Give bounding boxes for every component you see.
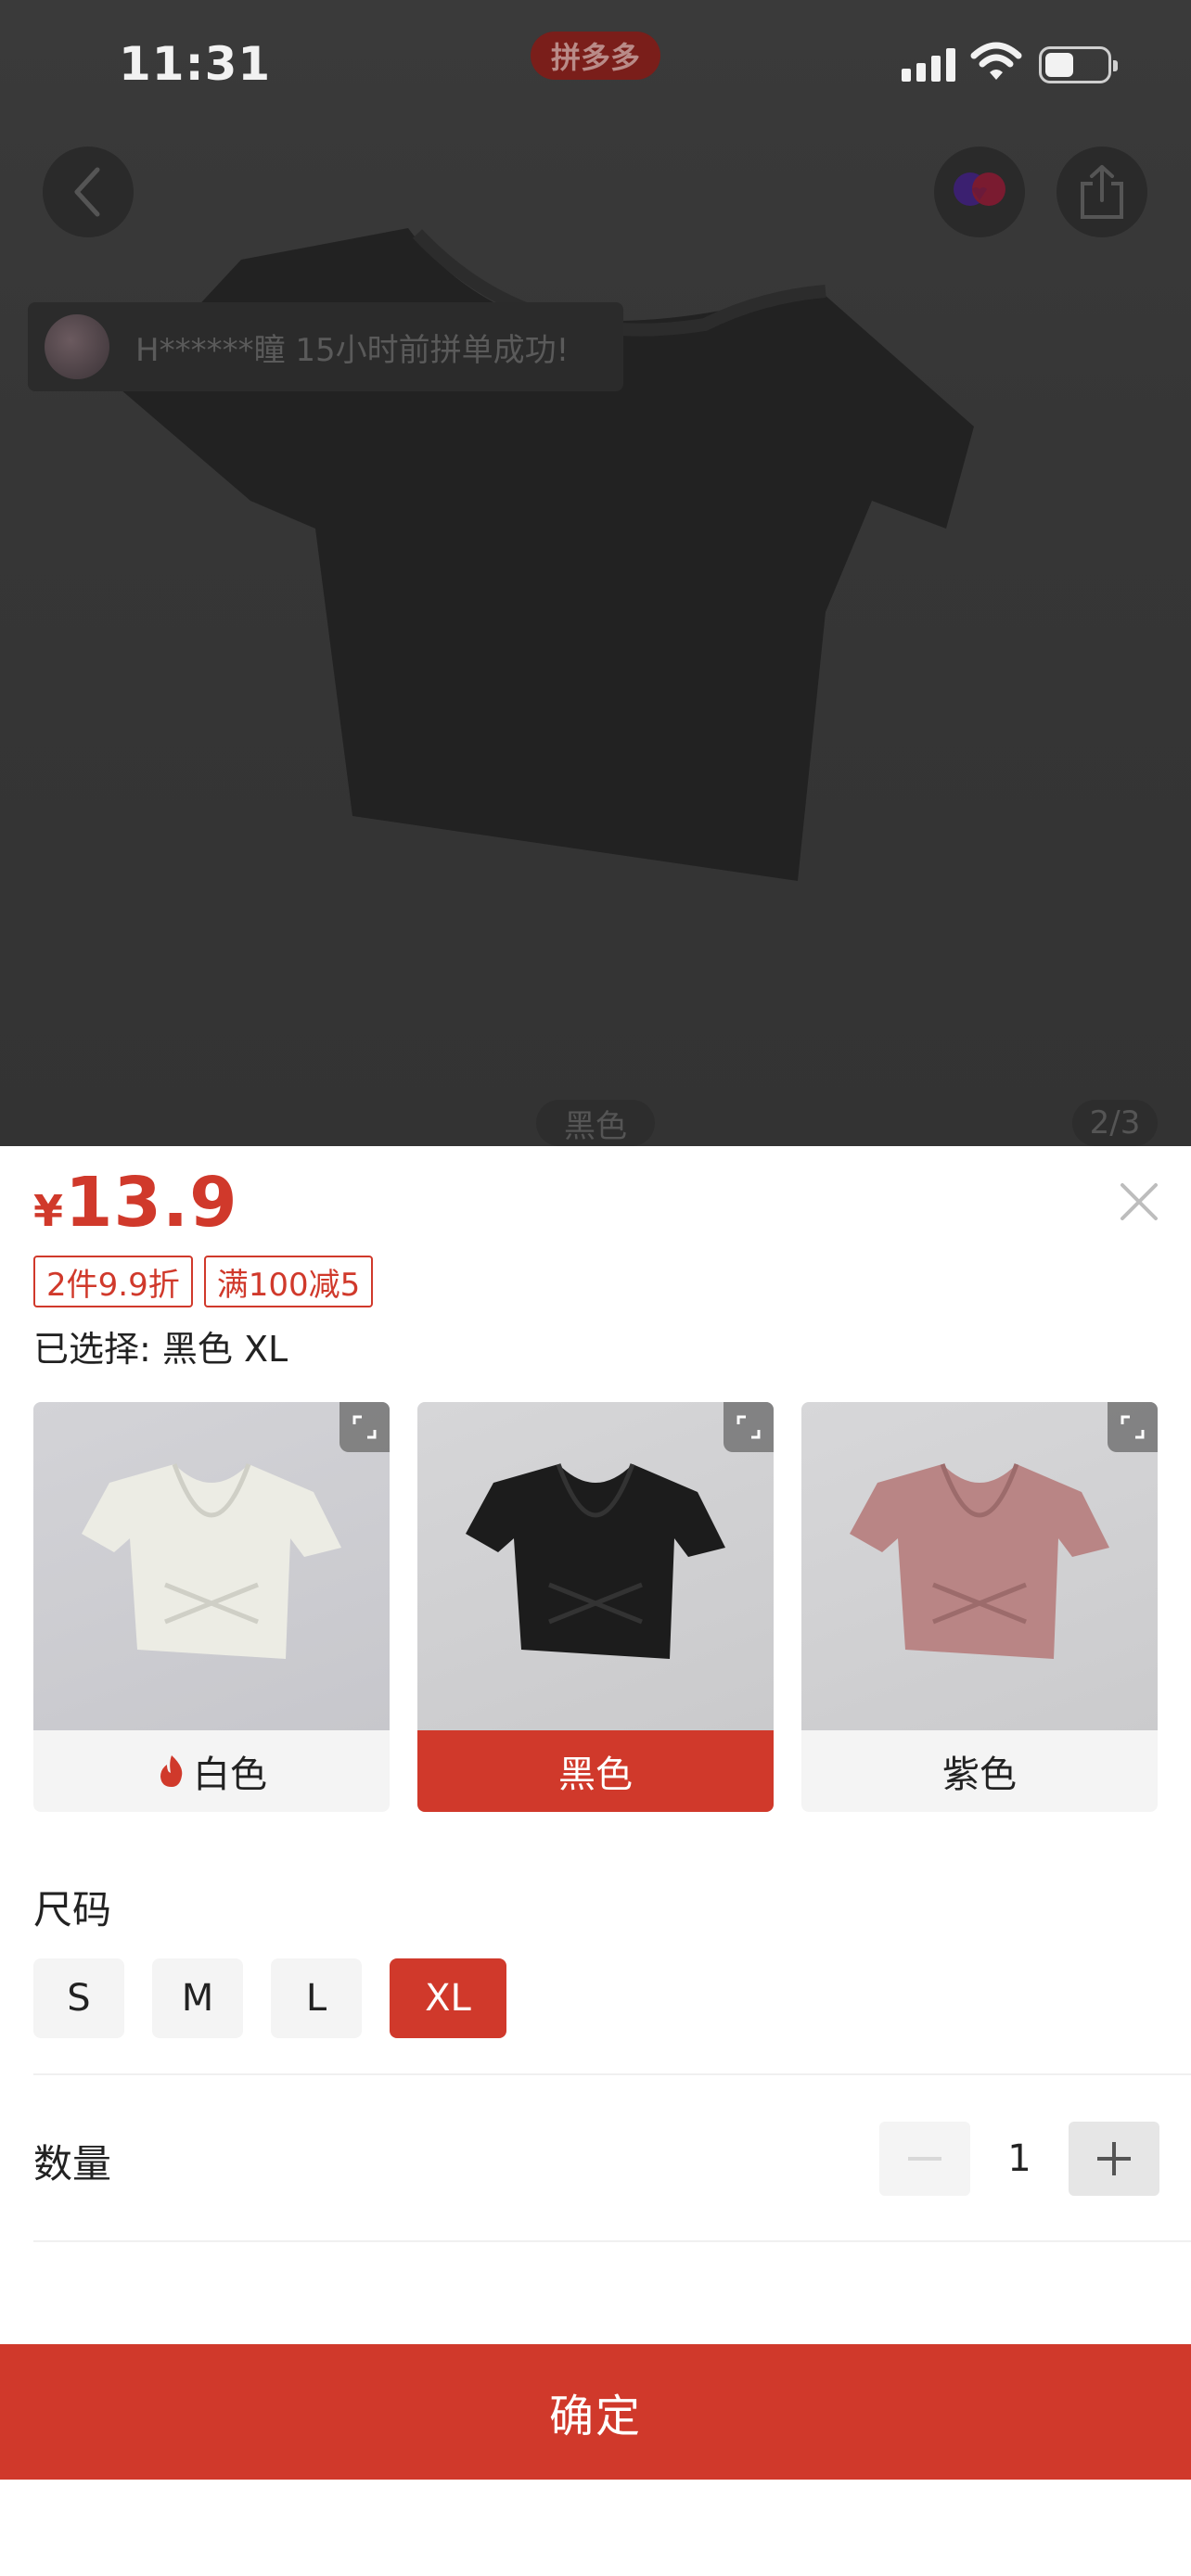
color-option-white[interactable]: 白色 [33, 1402, 390, 1812]
confirm-button[interactable]: 确定 [0, 2344, 1191, 2480]
image-page-indicator: 2/3 [1072, 1100, 1158, 1146]
color-option-label: 黑色 [558, 1753, 633, 1796]
sku-selector-sheet: ¥ 13.9 2件9.9折 满100减5 已选择: 黑色 XL 白色 黑色 紫色… [0, 1146, 1191, 2576]
status-time: 11:31 [119, 37, 272, 91]
promo-tag: 满100减5 [203, 1256, 374, 1307]
product-image-viewer[interactable]: 11:31 拼多多 H******瞳 15小时前拼单成功! 黑色 2/3 [0, 0, 1191, 1146]
color-option-label-row: 白色 [33, 1730, 390, 1812]
color-option-image [33, 1402, 390, 1730]
currency-symbol: ¥ [33, 1186, 64, 1236]
image-color-chip: 黑色 [536, 1100, 655, 1146]
promo-tags: 2件9.9折 满100减5 [33, 1256, 374, 1307]
shirt-image [850, 1463, 1109, 1659]
shirt-image [82, 1463, 341, 1659]
color-option-label-row: 紫色 [801, 1730, 1158, 1812]
toast-text: H******瞳 15小时前拼单成功! [135, 331, 570, 369]
color-option-black[interactable]: 黑色 [417, 1402, 774, 1812]
chevron-left-icon [74, 167, 100, 217]
close-icon[interactable] [1113, 1176, 1165, 1228]
wifi-icon [970, 42, 1022, 80]
minus-icon [908, 2157, 941, 2161]
color-option-label: 白色 [193, 1753, 267, 1796]
heart-icon [954, 172, 1005, 206]
shirt-image [466, 1463, 725, 1659]
share-icon [1081, 165, 1123, 219]
group-buy-toast: H******瞳 15小时前拼单成功! [28, 302, 623, 391]
selected-summary: 已选择: 黑色 XL [33, 1329, 288, 1370]
size-options: S M L XL [33, 1958, 506, 2038]
color-option-label-row: 黑色 [417, 1730, 774, 1812]
fire-icon [160, 1755, 183, 1787]
quantity-value[interactable]: 1 [970, 2137, 1069, 2180]
status-bar: 11:31 拼多多 [0, 0, 1191, 130]
expand-icon[interactable] [724, 1402, 774, 1452]
size-option-s[interactable]: S [33, 1958, 124, 2038]
divider [33, 2240, 1191, 2242]
color-option-image [417, 1402, 774, 1730]
promo-tag: 2件9.9折 [33, 1256, 193, 1307]
color-option-purple[interactable]: 紫色 [801, 1402, 1158, 1812]
plus-icon [1097, 2142, 1131, 2175]
color-option-image [801, 1402, 1158, 1730]
app-badge: 拼多多 [531, 32, 660, 80]
battery-icon [1039, 46, 1118, 83]
decrease-quantity-button[interactable] [879, 2122, 970, 2196]
divider [33, 2073, 1191, 2075]
price: ¥ 13.9 [33, 1163, 238, 1243]
quantity-section-title: 数量 [33, 2141, 112, 2187]
product-sku-screen: 11:31 拼多多 H******瞳 15小时前拼单成功! 黑色 2/3 ¥ 1… [0, 0, 1191, 2576]
size-option-l[interactable]: L [271, 1958, 362, 2038]
price-value: 13.9 [65, 1163, 238, 1243]
size-section-title: 尺码 [33, 1887, 112, 1932]
size-option-xl[interactable]: XL [390, 1958, 506, 2038]
size-option-m[interactable]: M [152, 1958, 243, 2038]
cellular-signal-icon [902, 45, 957, 82]
quantity-stepper: 1 [879, 2122, 1159, 2196]
color-option-label: 紫色 [942, 1753, 1017, 1796]
expand-icon[interactable] [339, 1402, 390, 1452]
avatar [45, 314, 109, 379]
increase-quantity-button[interactable] [1069, 2122, 1159, 2196]
expand-icon[interactable] [1108, 1402, 1158, 1452]
color-options: 白色 黑色 紫色 [33, 1402, 1158, 1812]
